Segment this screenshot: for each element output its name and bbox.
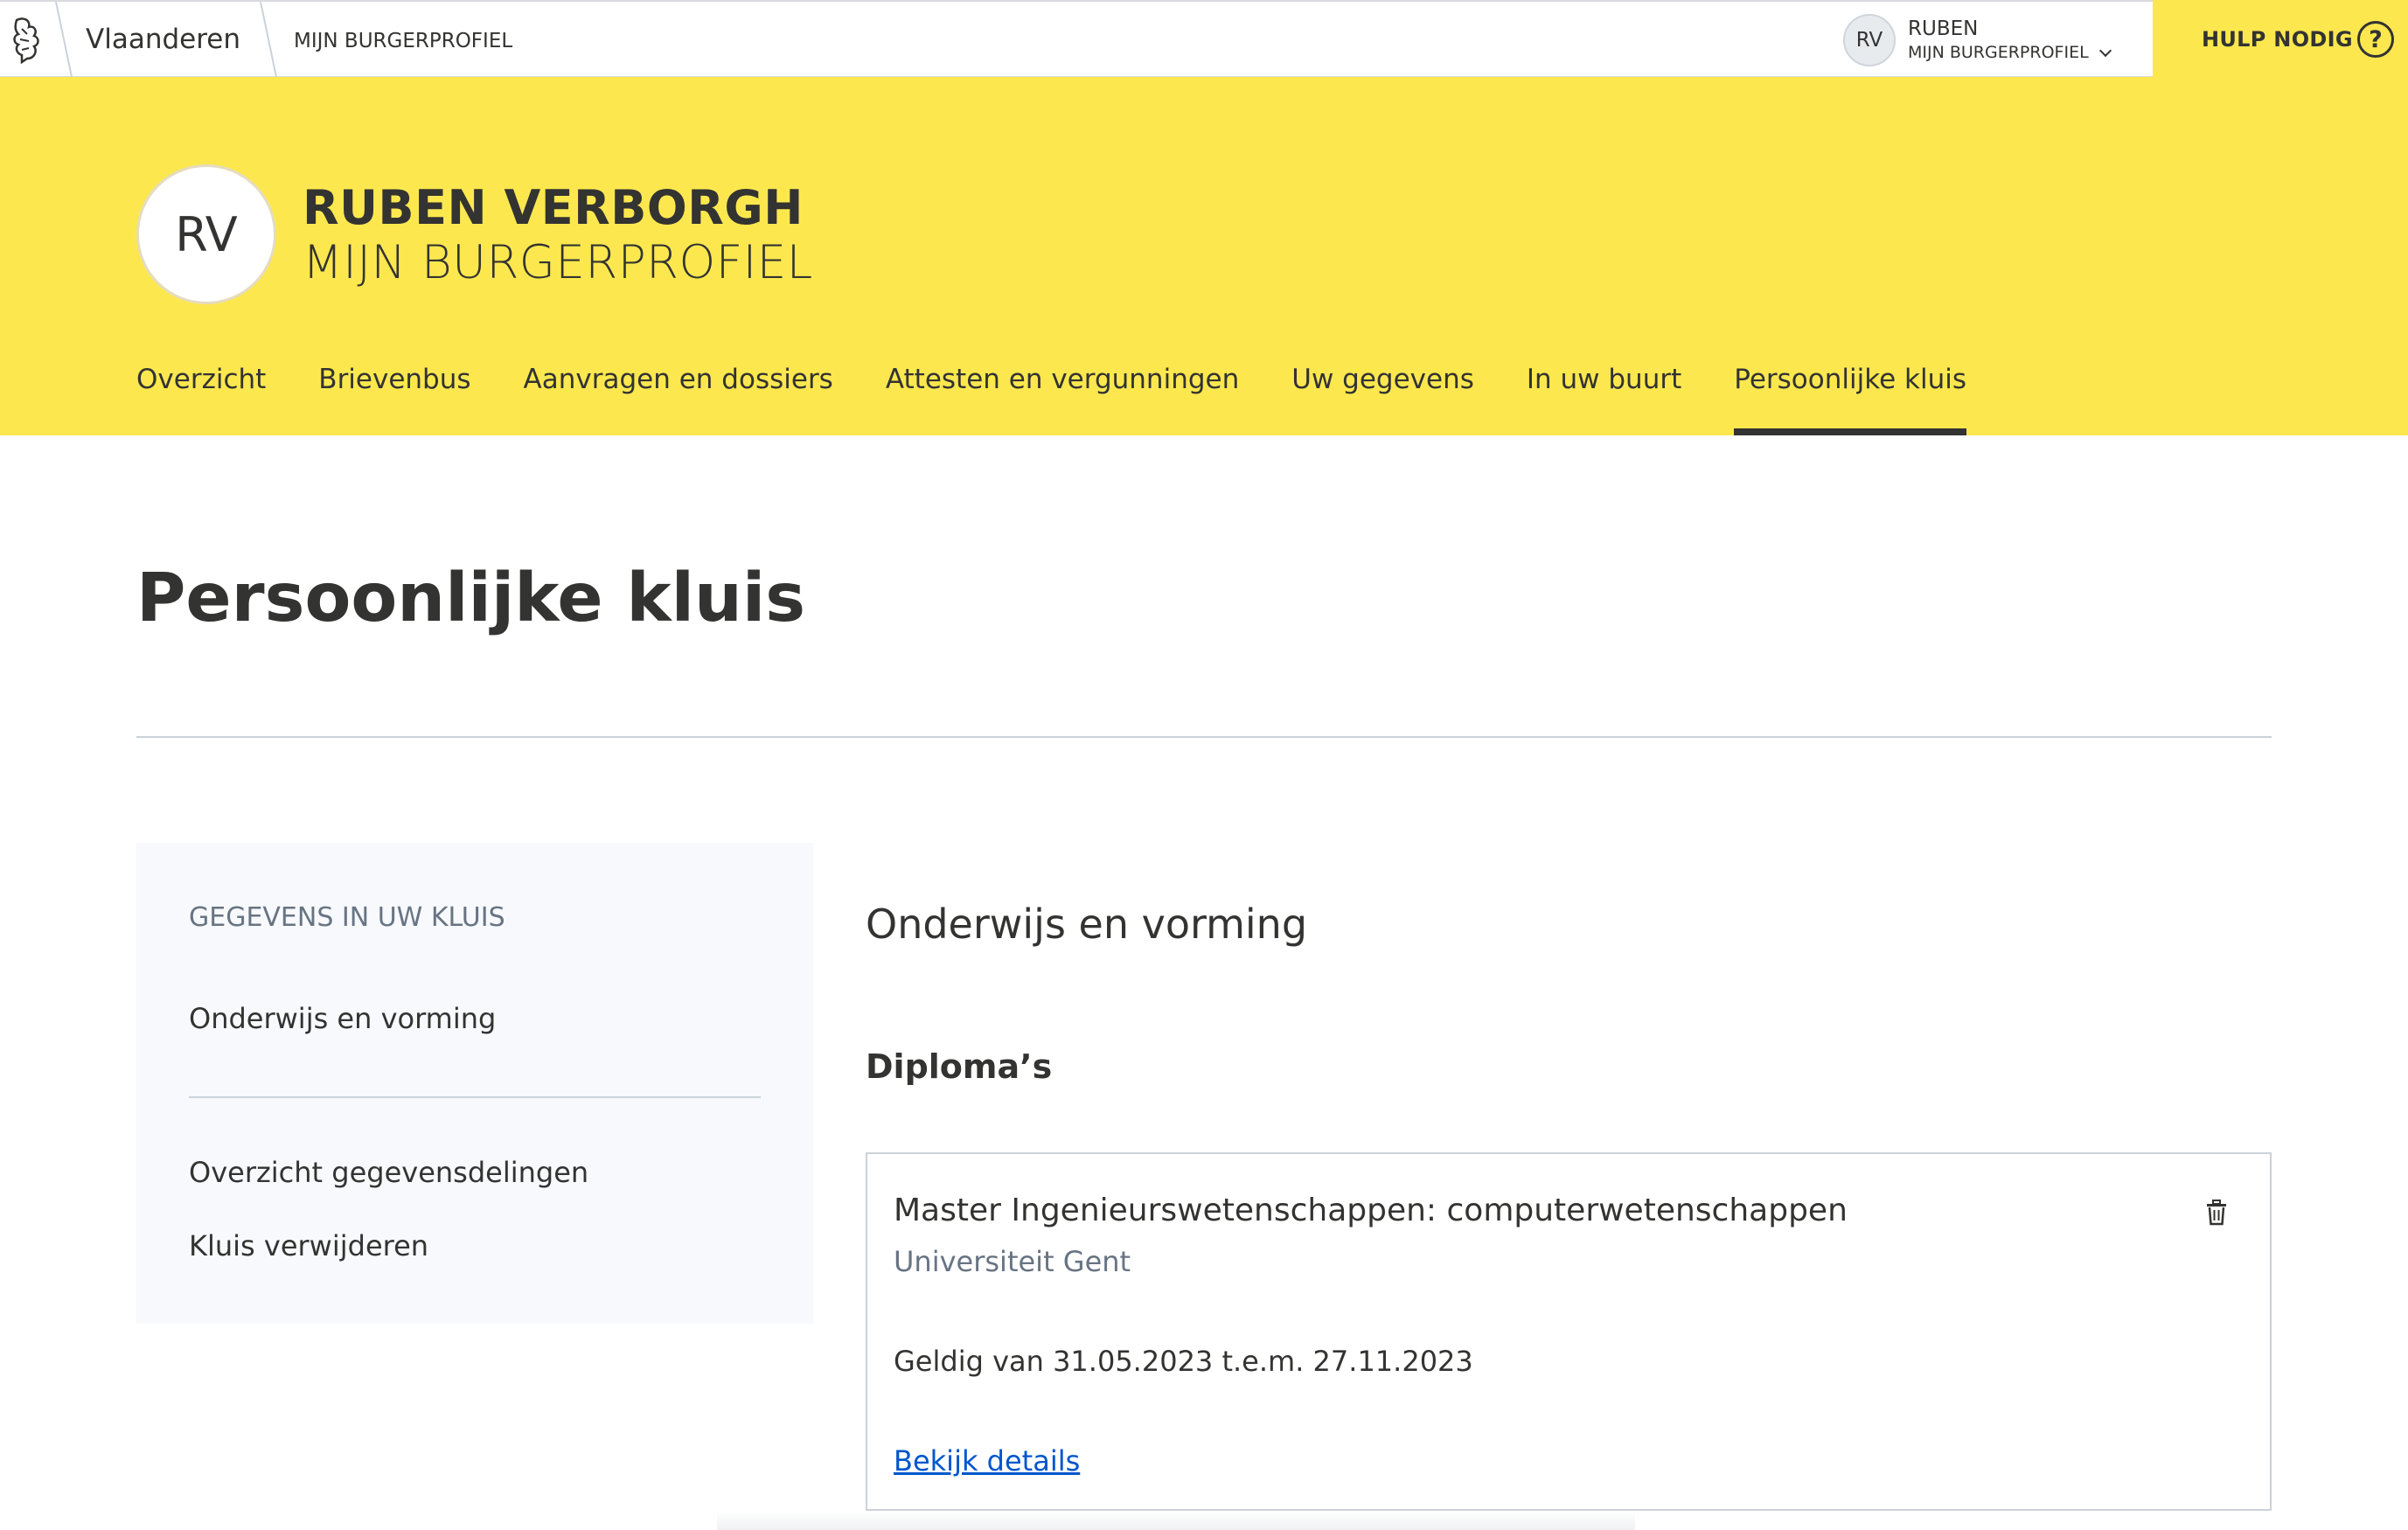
user-menu-button[interactable]: RV RUBEN MIJN BURGERPROFIEL — [1843, 14, 2112, 66]
profile-avatar: RV — [136, 164, 276, 304]
sidebar-item-kluis-verwijderen[interactable]: Kluis verwijderen — [189, 1229, 428, 1262]
profile-name: RUBEN VERBORGH — [303, 180, 804, 235]
trash-icon[interactable] — [2205, 1200, 2228, 1226]
profile-header: RV RUBEN VERBORGH MIJN BURGERPROFIEL Ove… — [0, 77, 2408, 435]
brand-name[interactable]: Vlaanderen — [86, 24, 240, 55]
header-divider — [260, 2, 277, 77]
question-mark-icon: ? — [2357, 21, 2394, 58]
main-navigation: Overzicht Brievenbus Aanvragen en dossie… — [136, 357, 2019, 435]
view-details-link[interactable]: Bekijk details — [894, 1444, 1080, 1478]
profile-link[interactable]: MIJN BURGERPROFIEL — [294, 30, 512, 52]
top-bar: Vlaanderen MIJN BURGERPROFIEL RV RUBEN M… — [0, 0, 2408, 79]
divider — [136, 736, 2272, 738]
user-subtitle: MIJN BURGERPROFIEL — [1908, 43, 2089, 62]
sidebar-divider — [189, 1096, 761, 1098]
help-button[interactable]: HULP NODIG ? — [2153, 0, 2408, 79]
diploma-title: Master Ingenieurswetenschappen: computer… — [894, 1193, 1848, 1228]
sidebar: GEGEVENS IN UW KLUIS Onderwijs en vormin… — [136, 843, 813, 1324]
sidebar-item-onderwijs-en-vorming[interactable]: Onderwijs en vorming — [189, 1002, 496, 1035]
diploma-institution: Universiteit Gent — [894, 1245, 1131, 1278]
scroll-shadow — [717, 1511, 1635, 1530]
tab-aanvragen-en-dossiers[interactable]: Aanvragen en dossiers — [524, 357, 833, 435]
tab-persoonlijke-kluis[interactable]: Persoonlijke kluis — [1734, 357, 1966, 435]
diploma-card: Master Ingenieurswetenschappen: computer… — [866, 1152, 2272, 1511]
help-label: HULP NODIG — [2202, 27, 2353, 52]
page-title: Persoonlijke kluis — [136, 560, 806, 637]
flanders-lion-logo-icon[interactable] — [0, 2, 54, 77]
tab-attesten-en-vergunningen[interactable]: Attesten en vergunningen — [886, 357, 1239, 435]
tab-overzicht[interactable]: Overzicht — [136, 357, 266, 435]
section-title: Onderwijs en vorming — [866, 901, 1308, 948]
user-name: RUBEN — [1908, 17, 1979, 40]
chevron-down-icon — [2098, 44, 2112, 57]
subsection-title: Diploma’s — [866, 1047, 1053, 1086]
header-divider — [55, 2, 73, 77]
sidebar-item-overzicht-gegevensdelingen[interactable]: Overzicht gegevensdelingen — [189, 1156, 588, 1189]
profile-subtitle: MIJN BURGERPROFIEL — [303, 236, 813, 289]
tab-in-uw-buurt[interactable]: In uw buurt — [1527, 357, 1681, 435]
tab-brievenbus[interactable]: Brievenbus — [318, 357, 470, 435]
tab-uw-gegevens[interactable]: Uw gegevens — [1291, 357, 1474, 435]
sidebar-heading: GEGEVENS IN UW KLUIS — [189, 902, 505, 933]
diploma-validity: Geldig van 31.05.2023 t.e.m. 27.11.2023 — [894, 1345, 1473, 1378]
avatar: RV — [1843, 14, 1896, 66]
